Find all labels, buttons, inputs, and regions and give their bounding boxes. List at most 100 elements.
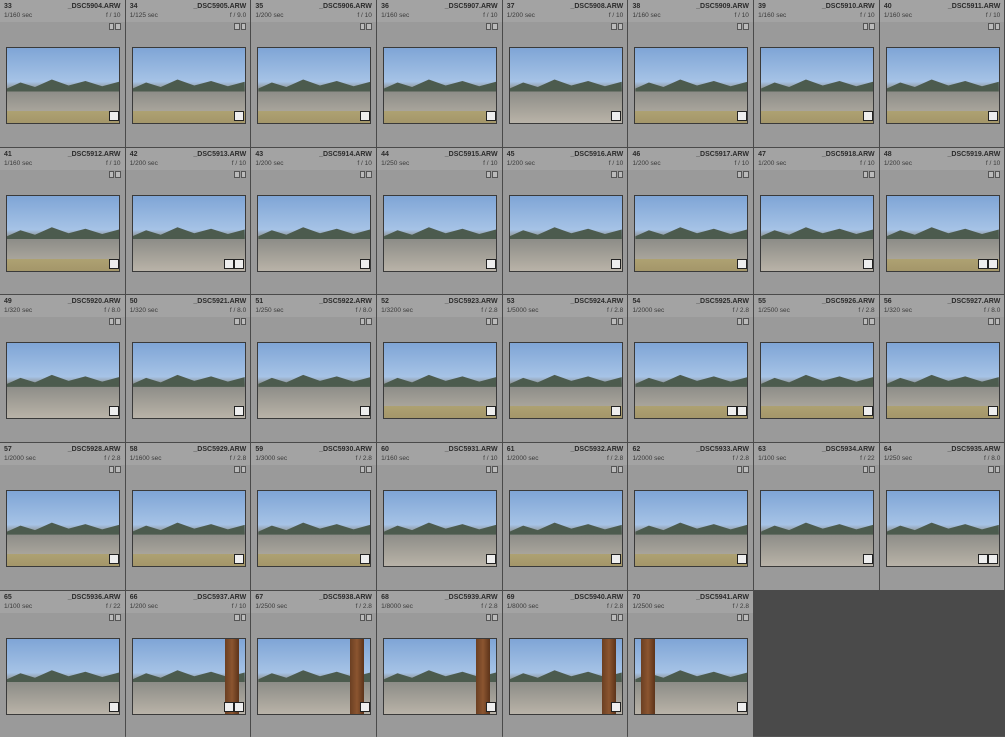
photo-thumbnail[interactable] — [6, 47, 120, 124]
edit-badge-icon[interactable] — [736, 406, 747, 417]
edit-badge-icon[interactable] — [108, 701, 119, 712]
photo-thumbnail[interactable] — [383, 194, 498, 272]
photo-cell[interactable]: 42 _DSC5913.ARW 1/200 sec f / 10 — [125, 147, 251, 295]
photo-thumbnail[interactable] — [257, 342, 372, 420]
crop-badge-icon[interactable] — [978, 258, 989, 269]
photo-cell[interactable]: 58 _DSC5929.ARW 1/1600 sec f / 2.8 — [125, 443, 251, 590]
crop-badge-icon[interactable] — [978, 554, 989, 565]
edit-badge-icon[interactable] — [611, 111, 622, 121]
photo-cell[interactable]: 44 _DSC5915.ARW 1/250 sec f / 10 — [377, 147, 502, 295]
photo-thumbnail[interactable] — [257, 637, 372, 715]
photo-cell[interactable]: 33 _DSC5904.ARW 1/160 sec f / 10 — [0, 0, 125, 147]
edit-badge-icon[interactable] — [611, 258, 622, 269]
edit-badge-icon[interactable] — [485, 406, 496, 417]
photo-thumbnail[interactable] — [383, 342, 498, 420]
photo-cell[interactable]: 46 _DSC5917.ARW 1/200 sec f / 10 — [628, 147, 753, 295]
photo-thumbnail[interactable] — [760, 342, 875, 420]
photo-cell[interactable]: 39 _DSC5910.ARW 1/160 sec f / 10 — [754, 0, 879, 147]
edit-badge-icon[interactable] — [359, 701, 370, 712]
photo-cell[interactable]: 47 _DSC5918.ARW 1/200 sec f / 10 — [754, 147, 879, 295]
photo-cell[interactable]: 69 _DSC5940.ARW 1/8000 sec f / 2.8 — [502, 590, 628, 737]
edit-badge-icon[interactable] — [611, 554, 622, 565]
edit-badge-icon[interactable] — [862, 111, 873, 121]
edit-badge-icon[interactable] — [736, 554, 747, 565]
photo-cell[interactable]: 55 _DSC5926.ARW 1/2500 sec f / 2.8 — [754, 295, 879, 442]
photo-cell[interactable]: 70 _DSC5941.ARW 1/2500 sec f / 2.8 — [628, 590, 753, 737]
edit-badge-icon[interactable] — [988, 554, 999, 565]
photo-cell[interactable]: 43 _DSC5914.ARW 1/200 sec f / 10 — [251, 147, 376, 295]
photo-cell[interactable]: 45 _DSC5916.ARW 1/200 sec f / 10 — [502, 147, 628, 295]
edit-badge-icon[interactable] — [988, 406, 999, 417]
edit-badge-icon[interactable] — [234, 554, 245, 565]
edit-badge-icon[interactable] — [862, 406, 873, 417]
photo-cell[interactable]: 40 _DSC5911.ARW 1/160 sec f / 10 — [879, 0, 1005, 147]
photo-thumbnail[interactable] — [257, 194, 372, 272]
photo-thumbnail[interactable] — [383, 47, 498, 124]
crop-badge-icon[interactable] — [726, 406, 737, 417]
photo-cell[interactable]: 53 _DSC5924.ARW 1/5000 sec f / 2.8 — [502, 295, 628, 442]
edit-badge-icon[interactable] — [234, 111, 245, 121]
photo-cell[interactable]: 61 _DSC5932.ARW 1/2000 sec f / 2.8 — [502, 443, 628, 590]
photo-thumbnail[interactable] — [634, 637, 749, 715]
photo-cell[interactable]: 48 _DSC5919.ARW 1/200 sec f / 10 — [879, 147, 1005, 295]
photo-cell[interactable]: 36 _DSC5907.ARW 1/160 sec f / 10 — [377, 0, 502, 147]
edit-badge-icon[interactable] — [234, 258, 245, 269]
edit-badge-icon[interactable] — [234, 406, 245, 417]
photo-thumbnail[interactable] — [6, 194, 120, 272]
edit-badge-icon[interactable] — [359, 111, 370, 121]
photo-cell[interactable]: 41 _DSC5912.ARW 1/160 sec f / 10 — [0, 147, 125, 295]
crop-badge-icon[interactable] — [224, 701, 235, 712]
photo-thumbnail[interactable] — [508, 342, 623, 420]
edit-badge-icon[interactable] — [108, 406, 119, 417]
photo-thumbnail[interactable] — [634, 47, 749, 124]
photo-cell[interactable]: 68 _DSC5939.ARW 1/8000 sec f / 2.8 — [377, 590, 502, 737]
photo-thumbnail[interactable] — [508, 47, 623, 124]
photo-thumbnail[interactable] — [6, 342, 120, 420]
photo-cell[interactable]: 57 _DSC5928.ARW 1/2000 sec f / 2.8 — [0, 443, 125, 590]
edit-badge-icon[interactable] — [108, 111, 119, 121]
edit-badge-icon[interactable] — [611, 701, 622, 712]
edit-badge-icon[interactable] — [108, 258, 119, 269]
photo-thumbnail[interactable] — [383, 490, 498, 568]
photo-cell[interactable]: 62 _DSC5933.ARW 1/2000 sec f / 2.8 — [628, 443, 753, 590]
photo-cell[interactable]: 52 _DSC5923.ARW 1/3200 sec f / 2.8 — [377, 295, 502, 442]
edit-badge-icon[interactable] — [736, 111, 747, 121]
edit-badge-icon[interactable] — [988, 258, 999, 269]
edit-badge-icon[interactable] — [359, 258, 370, 269]
edit-badge-icon[interactable] — [862, 258, 873, 269]
edit-badge-icon[interactable] — [736, 701, 747, 712]
photo-thumbnail[interactable] — [885, 47, 1000, 124]
photo-thumbnail[interactable] — [383, 637, 498, 715]
photo-cell[interactable]: 67 _DSC5938.ARW 1/2500 sec f / 2.8 — [251, 590, 376, 737]
photo-thumbnail[interactable] — [131, 490, 246, 568]
photo-thumbnail[interactable] — [508, 637, 623, 715]
photo-cell[interactable]: 63 _DSC5934.ARW 1/100 sec f / 22 — [754, 443, 879, 590]
photo-thumbnail[interactable] — [634, 194, 749, 272]
photo-thumbnail[interactable] — [131, 342, 246, 420]
photo-cell[interactable]: 50 _DSC5921.ARW 1/320 sec f / 8.0 — [125, 295, 251, 442]
photo-cell[interactable]: 49 _DSC5920.ARW 1/320 sec f / 8.0 — [0, 295, 125, 442]
photo-thumbnail[interactable] — [131, 47, 246, 124]
edit-badge-icon[interactable] — [359, 406, 370, 417]
photo-thumbnail[interactable] — [760, 490, 875, 568]
edit-badge-icon[interactable] — [988, 111, 999, 121]
photo-thumbnail[interactable] — [508, 490, 623, 568]
photo-cell[interactable]: 34 _DSC5905.ARW 1/125 sec f / 9.0 — [125, 0, 251, 147]
edit-badge-icon[interactable] — [862, 554, 873, 565]
photo-thumbnail[interactable] — [508, 194, 623, 272]
photo-cell[interactable]: 64 _DSC5935.ARW 1/250 sec f / 8.0 — [879, 443, 1005, 590]
photo-thumbnail[interactable] — [760, 47, 875, 124]
photo-cell[interactable]: 56 _DSC5927.ARW 1/320 sec f / 8.0 — [879, 295, 1005, 442]
photo-cell[interactable]: 65 _DSC5936.ARW 1/100 sec f / 22 — [0, 590, 125, 737]
photo-cell[interactable]: 66 _DSC5937.ARW 1/200 sec f / 10 — [125, 590, 251, 737]
photo-thumbnail[interactable] — [634, 490, 749, 568]
edit-badge-icon[interactable] — [736, 258, 747, 269]
edit-badge-icon[interactable] — [485, 258, 496, 269]
photo-cell[interactable]: 37 _DSC5908.ARW 1/200 sec f / 10 — [502, 0, 628, 147]
photo-thumbnail[interactable] — [6, 490, 120, 568]
photo-cell[interactable]: 38 _DSC5909.ARW 1/160 sec f / 10 — [628, 0, 753, 147]
edit-badge-icon[interactable] — [611, 406, 622, 417]
photo-thumbnail[interactable] — [885, 342, 1000, 420]
photo-cell[interactable]: 54 _DSC5925.ARW 1/2000 sec f / 2.8 — [628, 295, 753, 442]
photo-cell[interactable]: 35 _DSC5906.ARW 1/200 sec f / 10 — [251, 0, 376, 147]
